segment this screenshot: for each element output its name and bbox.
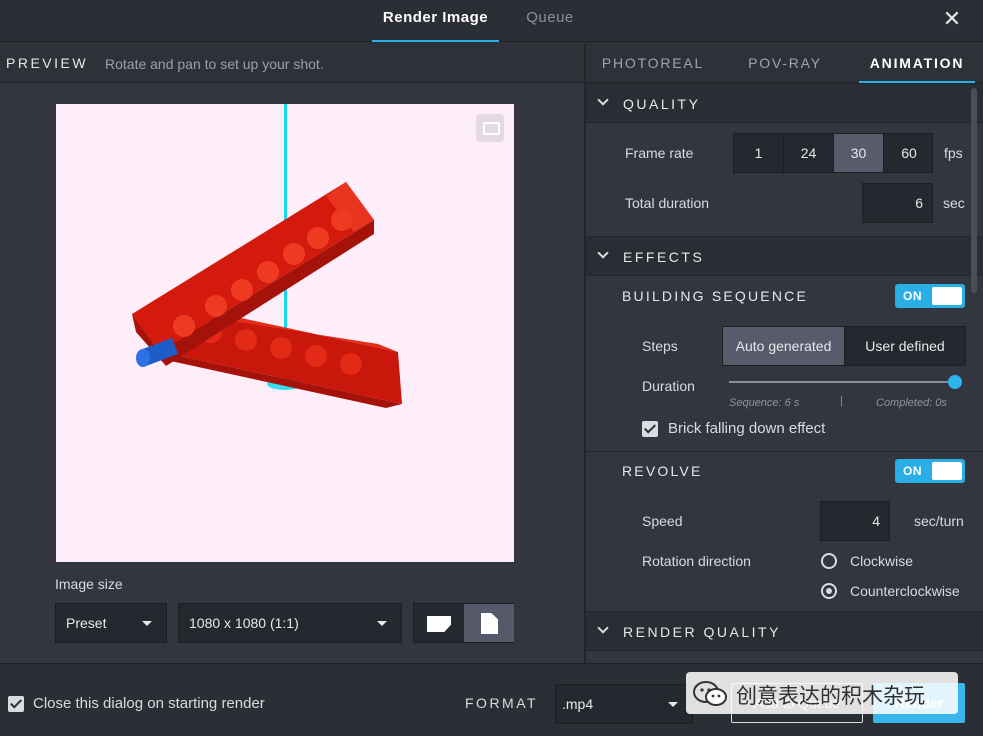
fit-view-icon[interactable] <box>476 114 504 142</box>
chevron-down-icon <box>597 622 609 634</box>
format-value: .mp4 <box>562 696 594 712</box>
steps-auto-generated[interactable]: Auto generated <box>723 327 845 365</box>
speed-input[interactable]: 4 <box>820 501 890 541</box>
quality-title: QUALITY <box>623 96 701 112</box>
frame-rate-selector: 1 24 30 60 <box>733 133 933 173</box>
resolution-dropdown[interactable]: 1080 x 1080 (1:1) <box>178 603 402 643</box>
close-on-render-checkbox[interactable] <box>8 696 24 712</box>
building-sequence-title: BUILDING SEQUENCE <box>622 288 808 304</box>
landscape-button[interactable] <box>414 604 464 642</box>
sequence-duration-label: Duration <box>642 378 695 394</box>
close-on-render-label: Close this dialog on starting render <box>33 695 265 712</box>
preview-canvas[interactable] <box>56 104 514 562</box>
speed-unit: sec/turn <box>914 513 964 529</box>
wechat-icon <box>693 681 727 706</box>
quality-section-header[interactable]: QUALITY <box>586 83 983 123</box>
speed-label: Speed <box>642 513 683 529</box>
chevron-down-icon <box>142 621 152 626</box>
rotation-direction-label: Rotation direction <box>642 553 751 569</box>
preset-value: Preset <box>66 615 107 631</box>
sequence-time: Sequence: 6 s <box>729 397 800 409</box>
steps-label: Steps <box>642 338 678 354</box>
chevron-down-icon <box>597 94 609 106</box>
image-size-label: Image size <box>55 576 123 592</box>
toggle-state: ON <box>903 464 922 478</box>
clockwise-radio[interactable] <box>821 553 837 569</box>
total-duration-input[interactable]: 6 <box>862 183 933 223</box>
counterclockwise-label: Counterclockwise <box>850 583 960 599</box>
duration-unit: sec <box>943 195 965 211</box>
resolution-value: 1080 x 1080 (1:1) <box>189 615 299 631</box>
render-quality-title: RENDER QUALITY <box>623 624 781 640</box>
chevron-down-icon <box>377 621 387 626</box>
toggle-knob <box>932 462 962 480</box>
effects-title: EFFECTS <box>623 249 705 265</box>
landscape-page-icon <box>427 616 451 632</box>
orientation-toggle <box>413 603 514 643</box>
tab-pov-ray[interactable]: POV-RAY <box>720 43 850 83</box>
close-icon[interactable]: ✕ <box>941 8 963 31</box>
portrait-page-icon <box>481 613 498 634</box>
revolve-title: REVOLVE <box>622 463 703 479</box>
toggle-state: ON <box>903 289 922 303</box>
format-dropdown[interactable]: .mp4 <box>555 684 693 724</box>
completed-time: Completed: 0s <box>876 397 947 409</box>
preview-hint: Rotate and pan to set up your shot. <box>105 56 324 72</box>
render-mode-tabs: PHOTOREAL POV-RAY ANIMATION <box>586 43 983 83</box>
tab-animation[interactable]: ANIMATION <box>859 43 975 83</box>
portrait-button[interactable] <box>464 604 514 642</box>
settings-scrollbar[interactable] <box>971 88 977 293</box>
steps-selector: Auto generated User defined <box>722 326 966 366</box>
fps-option-1[interactable]: 1 <box>734 134 784 172</box>
fps-option-60[interactable]: 60 <box>884 134 934 172</box>
total-duration-label: Total duration <box>625 195 710 211</box>
fps-option-24[interactable]: 24 <box>784 134 834 172</box>
preview-title: PREVIEW <box>6 55 89 71</box>
fps-unit: fps <box>944 145 963 161</box>
preset-dropdown[interactable]: Preset <box>55 603 167 643</box>
duration-slider-fill <box>729 381 955 383</box>
brick-falling-label: Brick falling down effect <box>668 420 826 437</box>
frame-rate-label: Frame rate <box>625 145 694 161</box>
time-separator: | <box>840 395 843 407</box>
revolve-toggle[interactable]: ON <box>895 459 965 483</box>
chevron-down-icon <box>668 702 678 707</box>
brick-falling-checkbox[interactable] <box>642 421 658 437</box>
chevron-down-icon <box>597 247 609 259</box>
tab-queue[interactable]: Queue <box>510 0 590 42</box>
steps-user-defined[interactable]: User defined <box>845 327 965 365</box>
tab-render-image[interactable]: Render Image <box>372 0 499 42</box>
format-label: FORMAT <box>465 695 539 711</box>
dialog-header: Render Image Queue ✕ <box>0 0 983 42</box>
duration-slider-thumb[interactable] <box>948 375 962 389</box>
toggle-knob <box>932 287 962 305</box>
building-sequence-toggle[interactable]: ON <box>895 284 965 308</box>
counterclockwise-radio[interactable] <box>821 583 837 599</box>
preview-header: PREVIEW Rotate and pan to set up your sh… <box>0 43 584 83</box>
watermark-text: 创意表达的积木杂玩 <box>736 685 925 708</box>
render-quality-section-header[interactable]: RENDER QUALITY <box>586 611 983 651</box>
fps-option-30[interactable]: 30 <box>834 134 884 172</box>
tab-photoreal[interactable]: PHOTOREAL <box>586 43 720 83</box>
clockwise-label: Clockwise <box>850 553 914 569</box>
section-divider <box>586 451 983 452</box>
lego-scene <box>132 104 402 408</box>
effects-section-header[interactable]: EFFECTS <box>586 236 983 276</box>
